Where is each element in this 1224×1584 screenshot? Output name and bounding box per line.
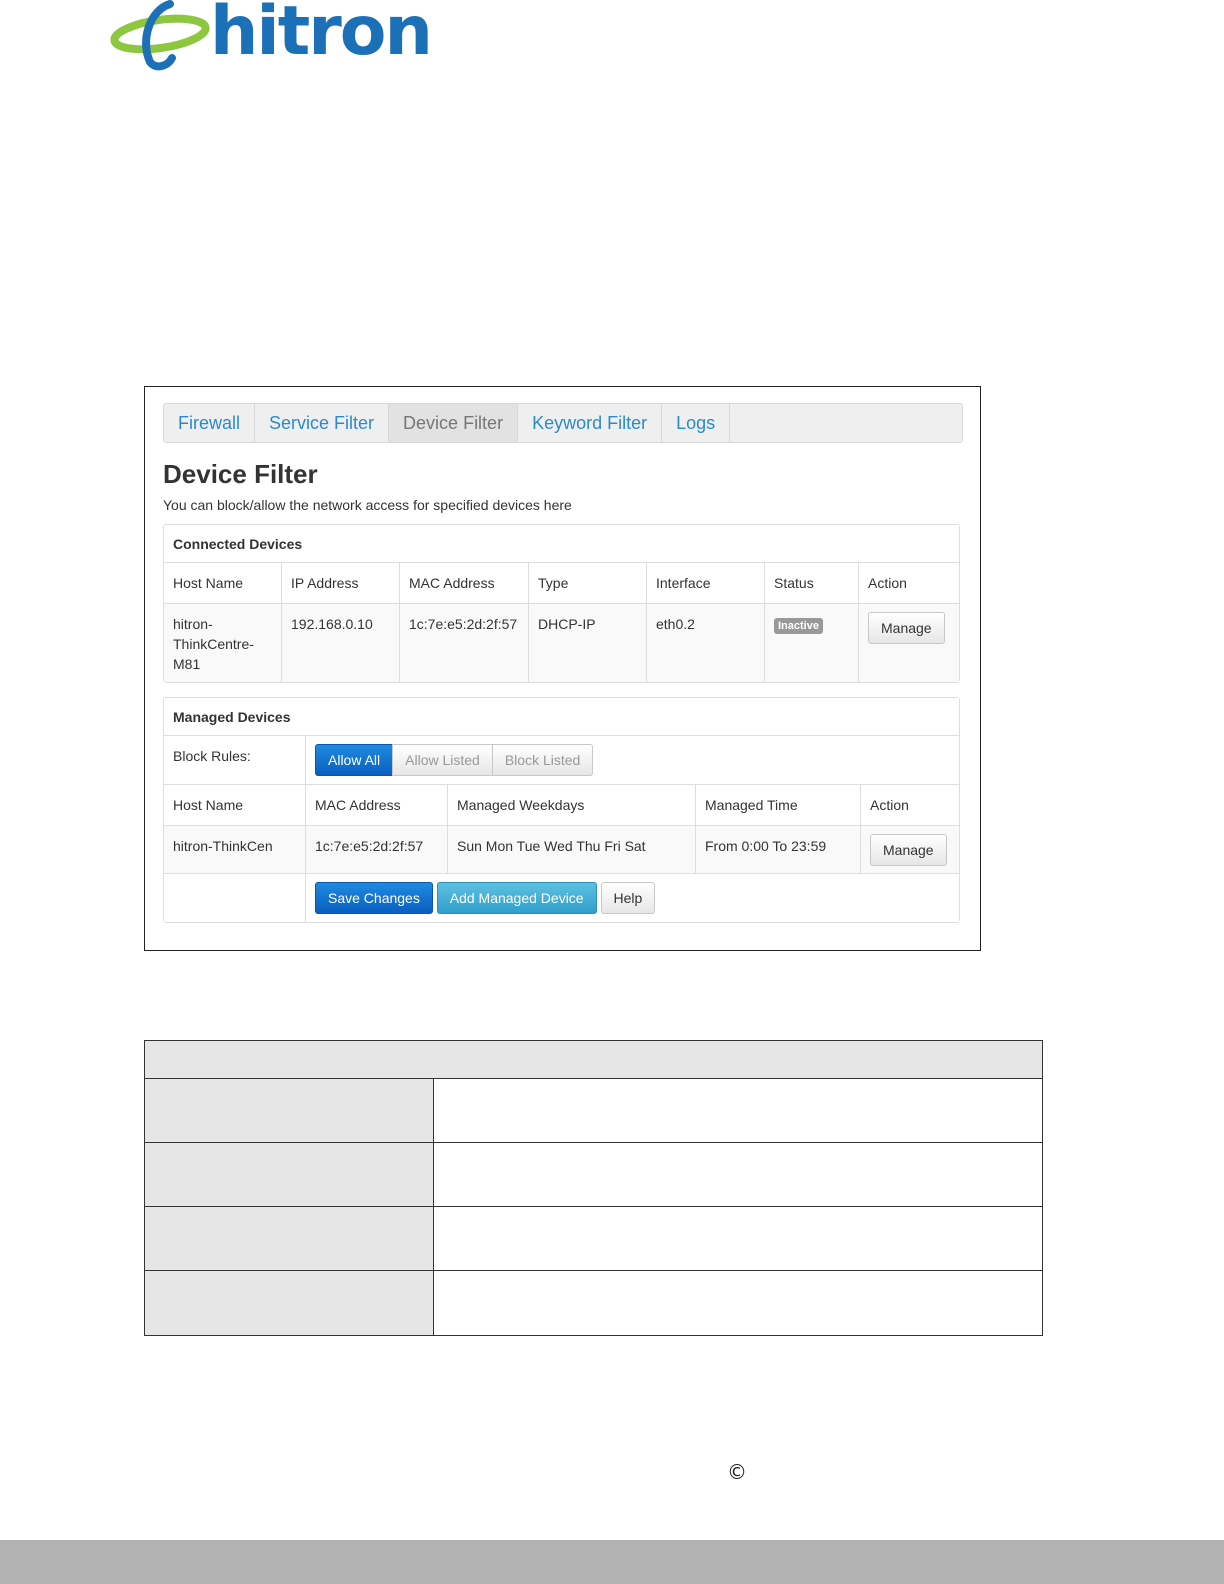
managed-actions-row: Save Changes Add Managed Device Help <box>164 874 959 922</box>
action-cell: Manage <box>861 826 959 873</box>
block-rules-label: Block Rules: <box>164 736 306 784</box>
save-changes-button[interactable]: Save Changes <box>315 882 433 914</box>
time-cell: From 0:00 To 23:59 <box>696 826 861 873</box>
description-cell <box>434 1143 1042 1206</box>
action-cell: Manage <box>859 604 959 682</box>
copyright-symbol: © <box>727 1460 747 1484</box>
allow-all-button[interactable]: Allow All <box>315 744 394 776</box>
allow-listed-button[interactable]: Allow Listed <box>392 744 493 776</box>
col-host-name: Host Name <box>164 785 306 825</box>
col-status: Status <box>765 563 859 603</box>
table-row: hitron-ThinkCentre-M81 192.168.0.10 1c:7… <box>164 604 959 682</box>
device-filter-screenshot: Firewall Service Filter Device Filter Ke… <box>144 386 981 951</box>
host-name-cell: hitron-ThinkCentre-M81 <box>164 604 282 682</box>
interface-cell: eth0.2 <box>647 604 765 682</box>
mac-address-cell: 1c:7e:e5:2d:2f:57 <box>400 604 529 682</box>
description-cell <box>434 1271 1042 1335</box>
col-managed-time: Managed Time <box>696 785 861 825</box>
managed-devices-panel: Managed Devices Block Rules: Allow All A… <box>163 697 960 923</box>
tab-logs[interactable]: Logs <box>662 404 731 442</box>
host-name-cell: hitron-ThinkCen <box>164 826 306 873</box>
col-managed-weekdays: Managed Weekdays <box>448 785 696 825</box>
managed-header-row: Host Name MAC Address Managed Weekdays M… <box>164 785 959 826</box>
page-description: You can block/allow the network access f… <box>163 497 572 513</box>
hitron-logo: hitron <box>110 0 433 72</box>
description-cell <box>434 1079 1042 1142</box>
tab-keyword-filter[interactable]: Keyword Filter <box>518 404 663 442</box>
label-cell <box>145 1271 434 1335</box>
col-host-name: Host Name <box>164 563 282 603</box>
table-row <box>145 1271 1042 1335</box>
col-ip-address: IP Address <box>282 563 400 603</box>
table-row: hitron-ThinkCen 1c:7e:e5:2d:2f:57 Sun Mo… <box>164 826 959 874</box>
manage-button[interactable]: Manage <box>868 612 945 644</box>
manage-button[interactable]: Manage <box>870 834 947 866</box>
col-interface: Interface <box>647 563 765 603</box>
block-rules-button-group: Allow All Allow Listed Block Listed <box>315 744 594 776</box>
connected-header-row: Host Name IP Address MAC Address Type In… <box>164 563 959 604</box>
label-cell <box>145 1143 434 1206</box>
ip-address-cell: 192.168.0.10 <box>282 604 400 682</box>
logo-wordmark: hitron <box>210 0 433 71</box>
page-title: Device Filter <box>163 459 318 489</box>
tab-service-filter[interactable]: Service Filter <box>255 404 390 442</box>
add-managed-device-button[interactable]: Add Managed Device <box>436 882 597 914</box>
description-cell <box>434 1207 1042 1270</box>
tab-bar: Firewall Service Filter Device Filter Ke… <box>163 403 963 443</box>
footer-bar <box>0 1540 1224 1584</box>
managed-devices-heading: Managed Devices <box>164 698 959 736</box>
col-mac-address: MAC Address <box>306 785 448 825</box>
status-cell: Inactive <box>765 604 859 682</box>
block-rules-row: Block Rules: Allow All Allow Listed Bloc… <box>164 736 959 785</box>
col-mac-address: MAC Address <box>400 563 529 603</box>
table-row <box>145 1079 1042 1143</box>
spacer-cell <box>164 874 306 922</box>
label-cell <box>145 1207 434 1270</box>
col-type: Type <box>529 563 647 603</box>
weekdays-cell: Sun Mon Tue Wed Thu Fri Sat <box>448 826 696 873</box>
logo-swoosh-icon <box>110 0 210 71</box>
block-listed-button[interactable]: Block Listed <box>491 744 594 776</box>
mac-address-cell: 1c:7e:e5:2d:2f:57 <box>306 826 448 873</box>
field-description-table <box>144 1040 1043 1336</box>
table-row <box>145 1207 1042 1271</box>
tab-device-filter[interactable]: Device Filter <box>389 404 519 442</box>
block-rules-control: Allow All Allow Listed Block Listed <box>306 736 959 784</box>
action-buttons: Save Changes Add Managed Device Help <box>306 874 959 922</box>
col-action: Action <box>870 797 909 813</box>
type-cell: DHCP-IP <box>529 604 647 682</box>
connected-devices-panel: Connected Devices Host Name IP Address M… <box>163 524 960 683</box>
table-row <box>145 1143 1042 1207</box>
col-action: Action <box>868 575 907 591</box>
connected-devices-heading: Connected Devices <box>164 525 959 563</box>
label-cell <box>145 1079 434 1142</box>
tab-firewall[interactable]: Firewall <box>164 404 256 442</box>
status-badge: Inactive <box>774 618 823 634</box>
help-button[interactable]: Help <box>600 882 656 914</box>
table-header <box>145 1041 1042 1079</box>
